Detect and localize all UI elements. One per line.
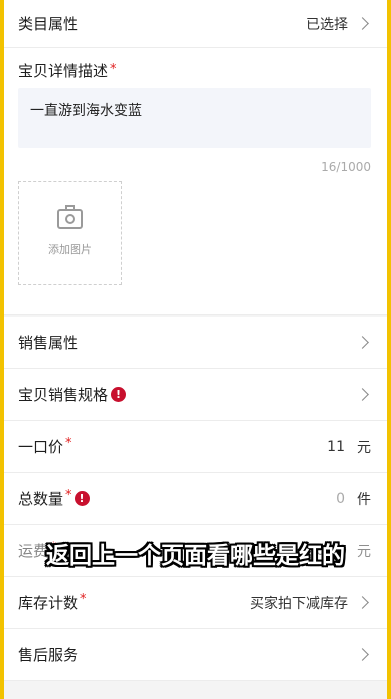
chevron-right-icon bbox=[356, 388, 369, 401]
camera-icon bbox=[57, 205, 83, 229]
price-row[interactable]: 一口价 * 11 元 bbox=[0, 421, 391, 473]
required-mark: * bbox=[65, 436, 72, 451]
description-input[interactable]: 一直游到海水变蓝 bbox=[18, 88, 371, 148]
sales-spec-label: 宝贝销售规格 bbox=[18, 386, 109, 404]
video-caption: 返回上一个页面看哪些是红的 bbox=[46, 543, 345, 569]
chevron-right-icon bbox=[356, 17, 369, 30]
stock-value: 买家拍下减库存 bbox=[250, 595, 348, 612]
add-picture-label: 添加图片 bbox=[48, 243, 92, 256]
category-label: 类目属性 bbox=[18, 15, 79, 33]
description-section: 宝贝详情描述 * 一直游到海水变蓝 16/1000 添加图片 bbox=[0, 48, 391, 315]
add-picture-button[interactable]: 添加图片 bbox=[18, 181, 122, 285]
required-mark: * bbox=[65, 488, 72, 503]
required-mark: * bbox=[110, 62, 117, 77]
quantity-row[interactable]: 总数量 * ! 0 件 bbox=[0, 473, 391, 525]
sales-spec-row[interactable]: 宝贝销售规格 ! bbox=[0, 369, 391, 421]
required-mark: * bbox=[80, 592, 87, 607]
description-title-text: 宝贝详情描述 bbox=[18, 62, 109, 80]
chevron-right-icon bbox=[356, 596, 369, 609]
price-value[interactable]: 11 bbox=[327, 439, 345, 455]
description-text: 一直游到海水变蓝 bbox=[30, 103, 142, 119]
chevron-right-icon bbox=[356, 648, 369, 661]
stock-row[interactable]: 库存计数 * 买家拍下减库存 bbox=[0, 577, 391, 629]
category-row[interactable]: 类目属性 已选择 bbox=[0, 0, 391, 48]
alert-icon: ! bbox=[74, 491, 90, 506]
category-value: 已选择 bbox=[306, 16, 348, 33]
chevron-right-icon bbox=[356, 336, 369, 349]
price-label: 一口价 bbox=[18, 438, 64, 456]
sales-attribute-label: 销售属性 bbox=[18, 334, 79, 352]
description-title: 宝贝详情描述 * bbox=[18, 60, 117, 81]
quantity-value[interactable]: 0 bbox=[336, 491, 345, 507]
after-sales-row[interactable]: 售后服务 bbox=[0, 629, 391, 681]
alert-icon: ! bbox=[111, 387, 127, 402]
description-counter: 16/1000 bbox=[321, 160, 371, 174]
sales-attribute-row[interactable]: 销售属性 bbox=[0, 317, 391, 369]
quantity-unit: 件 bbox=[357, 491, 371, 508]
price-unit: 元 bbox=[357, 439, 371, 456]
stock-label: 库存计数 bbox=[18, 594, 79, 612]
quantity-label: 总数量 bbox=[18, 490, 64, 508]
after-sales-label: 售后服务 bbox=[18, 646, 79, 664]
